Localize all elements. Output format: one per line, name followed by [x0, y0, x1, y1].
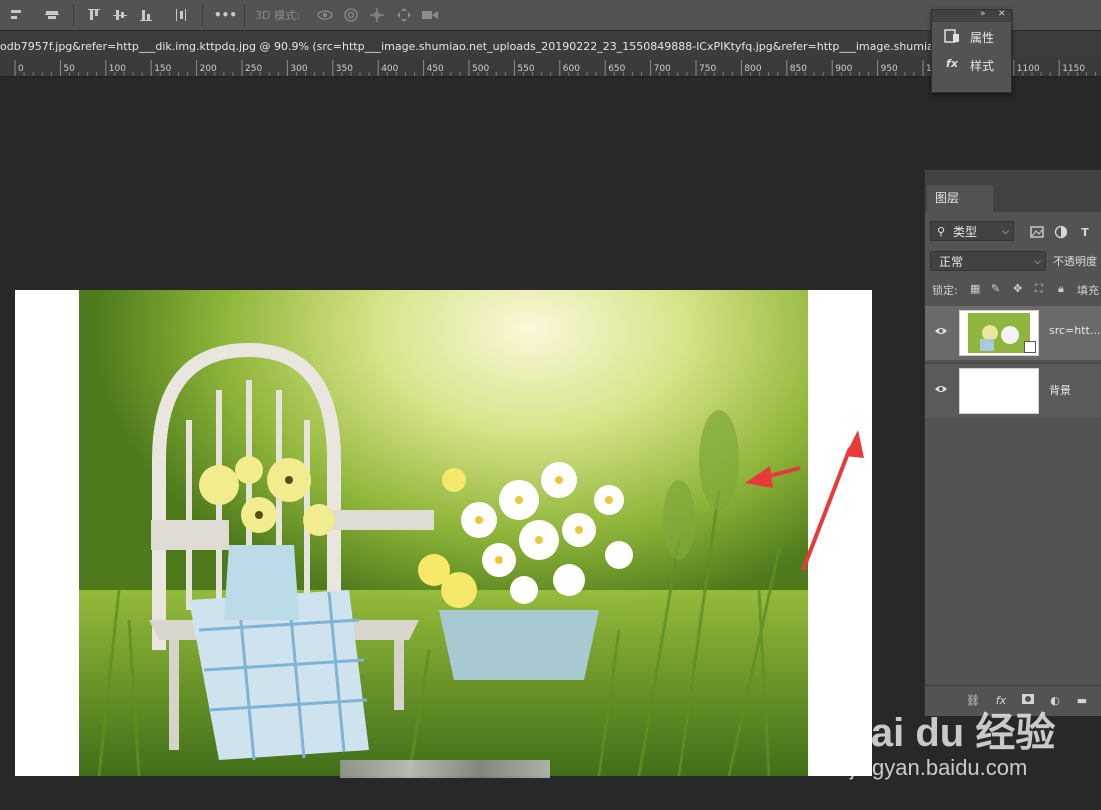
- ruler-tick-label: 250: [245, 64, 262, 74]
- panel-item-styles[interactable]: fx 样式: [932, 50, 1011, 78]
- layer-filter-select[interactable]: ⚲ 类型 ⌵: [930, 221, 1014, 241]
- ruler-tick-label: 750: [699, 64, 716, 74]
- layer-thumbnail: [959, 368, 1039, 414]
- scale-3d-icon[interactable]: [421, 7, 438, 23]
- ruler-tick-label: 550: [517, 64, 534, 74]
- layer-name[interactable]: src=htt...h: [1049, 324, 1101, 337]
- eye-visibility-icon[interactable]: [933, 324, 949, 340]
- styles-label: 样式: [970, 59, 995, 73]
- new-group-icon[interactable]: ▬: [1074, 693, 1090, 709]
- more-icon[interactable]: •••: [214, 7, 237, 23]
- photo-layer-image[interactable]: [79, 290, 808, 776]
- watermark-strip: [340, 760, 550, 778]
- mode-3d-label: 3D 模式:: [255, 9, 300, 22]
- floating-panel[interactable]: » ✕ 属性 fx 样式: [931, 9, 1012, 93]
- ruler-tick-label: 1150: [1062, 64, 1085, 74]
- lock-transparent-pixels-icon[interactable]: ▦: [970, 282, 980, 295]
- layer-filter-value: 类型: [953, 225, 978, 239]
- ruler-tick-label: 200: [200, 64, 217, 74]
- floating-panel-header[interactable]: » ✕: [932, 9, 1011, 22]
- orbit-3d-icon[interactable]: [316, 7, 333, 23]
- layer-thumbnail: [959, 310, 1039, 356]
- ruler-tick-label: 500: [472, 64, 489, 74]
- ruler-tick-label: 850: [790, 64, 807, 74]
- chevron-down-icon: ⌵: [1034, 257, 1041, 267]
- filter-pixel-icon[interactable]: [1029, 225, 1045, 241]
- align-bottom-edges-icon[interactable]: [138, 7, 154, 23]
- properties-icon: [944, 28, 960, 44]
- opacity-label: 不透明度: [1053, 255, 1097, 268]
- ruler-tick-label: 1100: [1017, 64, 1040, 74]
- fx-styles-icon: fx: [946, 57, 958, 70]
- baidu-jingyan-url: jingyan.baidu.com: [850, 755, 1028, 780]
- layers-panel[interactable]: 图层 ⚲ 类型 ⌵ T 正常 ⌵ 不透明度 锁定: ▦ ✎ ✥ ⛶ 🔒︎ 填充: [924, 170, 1101, 716]
- lock-artboard-icon[interactable]: ⛶: [1035, 282, 1043, 296]
- search-icon: ⚲: [937, 225, 946, 238]
- chevron-down-icon: ⌵: [1002, 227, 1009, 237]
- blend-mode-select[interactable]: 正常 ⌵: [930, 251, 1046, 271]
- align-horizontal-centers-icon[interactable]: [44, 7, 60, 23]
- panel-item-properties[interactable]: 属性: [932, 22, 1011, 50]
- eye-visibility-icon[interactable]: [933, 382, 949, 398]
- roll-3d-icon[interactable]: [343, 7, 359, 23]
- lock-position-icon[interactable]: ✥: [1013, 282, 1022, 295]
- lock-label: 锁定:: [932, 284, 958, 297]
- baidu-jingyan-logo: Bai du 经验: [842, 711, 1056, 755]
- layer-row-selected[interactable]: src=htt...h: [925, 306, 1101, 360]
- ruler-tick-label: 650: [608, 64, 625, 74]
- ruler-tick-label: 600: [563, 64, 580, 74]
- ruler-tick-label: 950: [881, 64, 898, 74]
- ruler-tick-label: 450: [427, 64, 444, 74]
- collapse-panels-icon[interactable]: »: [980, 9, 986, 19]
- pan-3d-icon[interactable]: [369, 7, 385, 23]
- close-panel-icon[interactable]: ✕: [998, 9, 1006, 19]
- properties-label: 属性: [970, 31, 995, 45]
- ruler-tick-label: 700: [654, 64, 671, 74]
- layer-name[interactable]: 背景: [1049, 382, 1101, 398]
- ruler-tick-label: 350: [336, 64, 353, 74]
- ruler-tick-label: 150: [154, 64, 171, 74]
- ruler-tick-label: 800: [744, 64, 761, 74]
- smart-object-badge-icon: [1024, 341, 1036, 353]
- layers-panel-tabs: 图层: [925, 170, 1101, 212]
- align-left-edges-icon[interactable]: [8, 7, 24, 23]
- slide-3d-icon[interactable]: [396, 7, 412, 23]
- lock-all-icon[interactable]: 🔒︎: [1058, 282, 1064, 296]
- lock-image-pixels-icon[interactable]: ✎: [991, 282, 1000, 295]
- fill-label: 填充: [1077, 284, 1099, 297]
- align-vertical-centers-icon[interactable]: [112, 7, 128, 23]
- ruler-tick-label: 50: [63, 64, 75, 74]
- ruler-tick-label: 400: [381, 64, 398, 74]
- document-tab-title[interactable]: odb7957f.jpg&refer=http___dik.img.kttpdq…: [0, 40, 971, 53]
- ruler-tick-label: 100: [109, 64, 126, 74]
- ruler-tick-label: 0: [18, 64, 24, 74]
- ruler-tick-label: 300: [290, 64, 307, 74]
- blend-mode-value: 正常: [939, 255, 964, 269]
- toolbar-divider: [73, 4, 74, 26]
- filter-type-icon[interactable]: T: [1077, 225, 1093, 241]
- distribute-icon[interactable]: [173, 7, 189, 23]
- ruler-tick-label: 900: [835, 64, 852, 74]
- toolbar-divider: [202, 4, 203, 26]
- layer-row-background[interactable]: 背景: [925, 363, 1101, 418]
- tab-layers[interactable]: 图层: [927, 185, 993, 212]
- toolbar-divider: [244, 4, 245, 26]
- filter-adjustment-icon[interactable]: [1053, 225, 1069, 241]
- align-top-edges-icon[interactable]: [86, 7, 102, 23]
